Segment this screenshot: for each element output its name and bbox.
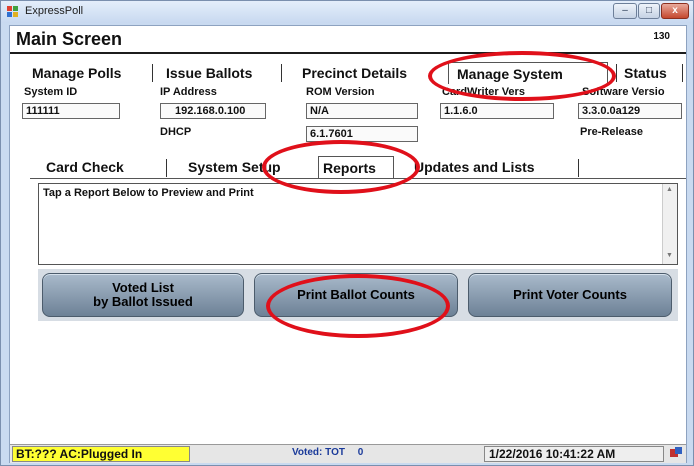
tab-divider [616,64,617,82]
tab-manage-system[interactable]: Manage System [448,62,608,84]
voted-list-button[interactable]: Voted List by Ballot Issued [42,273,244,317]
scroll-up-icon[interactable]: ▲ [666,186,673,193]
cardwriter-label: CardWriter Vers [442,86,525,98]
app-icon [7,6,18,17]
system-id-field: 111111 [22,103,120,119]
voted-count: 0 [357,447,364,458]
voted-total: Voted: TOT 0 [292,447,363,458]
window-title: ExpressPoll [25,5,84,17]
ip-address-label: IP Address [160,86,217,98]
header-divider [10,52,686,54]
tab-updates-and-lists[interactable]: Updates and Lists [414,156,535,178]
tab-status[interactable]: Status [624,62,667,84]
report-instruction: Tap a Report Below to Preview and Print [43,187,254,199]
status-bar: BT:??? AC:Plugged In Voted: TOT 0 1/22/2… [10,444,686,463]
subtab-baseline [30,178,686,179]
report-preview-area[interactable]: Tap a Report Below to Preview and Print … [38,183,678,265]
print-voter-counts-button[interactable]: Print Voter Counts [468,273,672,317]
tab-card-check[interactable]: Card Check [46,156,124,178]
tab-manage-polls[interactable]: Manage Polls [32,62,121,84]
system-tray-icon[interactable] [670,447,682,459]
tab-divider [281,64,282,82]
system-id-label: System ID [24,86,78,98]
subtab-divider [166,159,167,177]
voted-label: Voted: TOT [292,447,345,458]
close-button[interactable]: x [661,3,689,19]
os-version-field: 6.1.7601 [306,126,418,142]
tab-system-setup[interactable]: System Setup [188,156,281,178]
tab-divider [682,64,683,82]
minimize-button[interactable]: – [613,3,637,19]
screen-number: 130 [653,31,670,42]
report-scrollbar[interactable]: ▲ ▼ [662,184,677,264]
tab-reports[interactable]: Reports [318,156,394,178]
rom-version-field: N/A [306,103,418,119]
rom-version-label: ROM Version [306,86,375,98]
pre-release-label: Pre-Release [580,126,643,138]
tab-precinct-details[interactable]: Precinct Details [302,62,407,84]
tab-divider [152,64,153,82]
main-screen: Main Screen 130 Manage Polls Issue Ballo… [9,25,687,463]
scroll-down-icon[interactable]: ▼ [666,252,673,259]
print-ballot-counts-button[interactable]: Print Ballot Counts [254,273,458,317]
subtab-divider [578,159,579,177]
app-window: ExpressPoll – □ x Main Screen 130 Manage… [0,0,694,466]
tab-issue-ballots[interactable]: Issue Ballots [166,62,252,84]
voted-list-label-line1: Voted List [112,280,174,295]
voted-list-label-line2: by Ballot Issued [93,294,193,309]
dhcp-label: DHCP [160,126,192,138]
title-bar: ExpressPoll – □ x [1,1,693,23]
battery-status: BT:??? AC:Plugged In [12,446,190,462]
software-version-label: Software Versio [582,86,665,98]
ip-address-field: 192.168.0.100 [160,103,266,119]
date-time: 1/22/2016 10:41:22 AM [484,446,664,462]
page-title: Main Screen [16,29,123,49]
maximize-button[interactable]: □ [638,3,660,19]
cardwriter-field: 1.1.6.0 [440,103,554,119]
software-version-field: 3.3.0.0a129 [578,103,682,119]
